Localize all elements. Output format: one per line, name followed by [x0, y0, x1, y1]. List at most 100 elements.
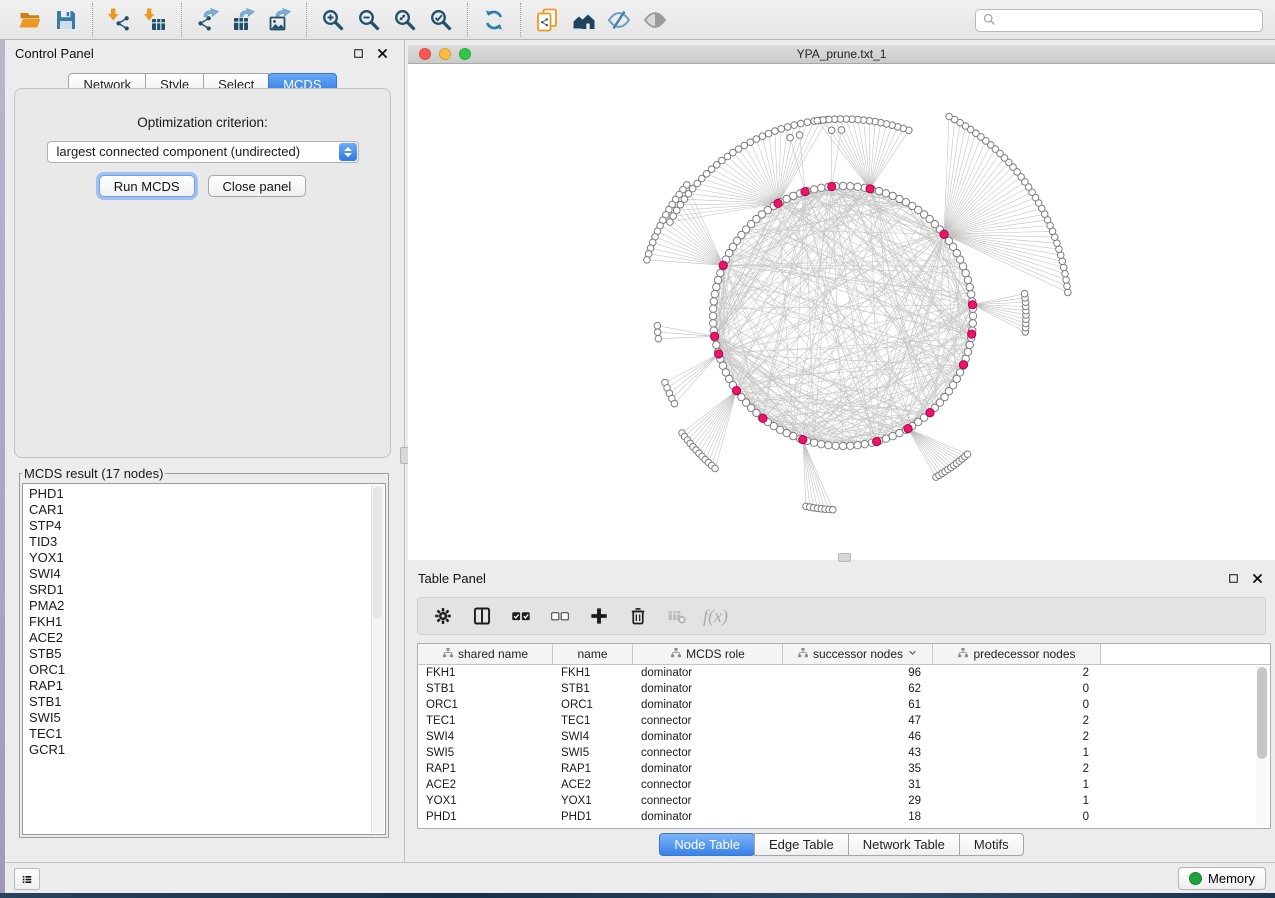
network-graph[interactable] — [408, 64, 1275, 560]
mcds-result-item[interactable]: STP4 — [29, 518, 385, 534]
horizontal-splitter-handle[interactable] — [838, 553, 851, 562]
import-table-icon[interactable] — [137, 3, 173, 37]
table-cell: YOX1 — [418, 795, 553, 807]
node-table: shared namenameMCDS role successor nodes p… — [417, 643, 1271, 829]
network-overview-icon[interactable] — [565, 3, 601, 37]
table-row[interactable]: FKH1FKH1dominator962 — [418, 665, 1270, 681]
tab-node-table[interactable]: Node Table — [659, 833, 755, 856]
table-cell: 61 — [783, 699, 933, 711]
mcds-result-item[interactable]: YOX1 — [29, 550, 385, 566]
export-network-icon[interactable] — [190, 3, 226, 37]
zoom-fit-icon[interactable] — [387, 3, 423, 37]
table-panel-tabs: Node TableEdge TableNetwork TableMotifs — [408, 833, 1275, 856]
table-cell: connector — [633, 779, 783, 791]
delete-columns-icon[interactable] — [621, 601, 654, 631]
control-panel-float-icon[interactable] — [350, 45, 366, 61]
hide-graphics-details-icon[interactable] — [601, 3, 637, 37]
table-cell: 2 — [933, 715, 1101, 727]
search-box[interactable] — [975, 9, 1263, 32]
column-type-icon — [797, 647, 809, 662]
import-network-icon[interactable] — [101, 3, 137, 37]
mcds-result-item[interactable]: SWI5 — [29, 710, 385, 726]
mcds-result-scrollbar[interactable] — [371, 485, 384, 833]
table-row[interactable]: YOX1YOX1connector291 — [418, 793, 1270, 809]
mcds-result-item[interactable]: TID3 — [29, 534, 385, 550]
mcds-result-item[interactable]: FKH1 — [29, 614, 385, 630]
zoom-selected-icon[interactable] — [423, 3, 459, 37]
table-row[interactable]: SWI4SWI4dominator462 — [418, 729, 1270, 745]
mcds-result-item[interactable]: TEC1 — [29, 726, 385, 742]
create-column-icon[interactable] — [582, 601, 615, 631]
table-cell: 46 — [783, 731, 933, 743]
column-header-label: successor nodes — [813, 647, 903, 661]
table-row[interactable]: SWI5SWI5connector431 — [418, 745, 1270, 761]
show-graphics-details-icon[interactable] — [637, 3, 673, 37]
tab-network-table[interactable]: Network Table — [848, 833, 960, 856]
window-close-traffic-light[interactable] — [419, 48, 431, 60]
mcds-result-item[interactable]: STB1 — [29, 694, 385, 710]
function-builder-label: f(x) — [703, 606, 728, 627]
table-row[interactable]: RAP1RAP1dominator352 — [418, 761, 1270, 777]
column-header-MCDS-role[interactable]: MCDS role — [633, 644, 783, 664]
mcds-result-item[interactable]: SWI4 — [29, 566, 385, 582]
column-layout-icon[interactable] — [465, 601, 498, 631]
task-history-button[interactable] — [14, 868, 40, 890]
mcds-result-item[interactable]: ACE2 — [29, 630, 385, 646]
table-settings-icon[interactable] — [426, 601, 459, 631]
column-type-icon — [670, 647, 682, 662]
memory-button[interactable]: Memory — [1178, 867, 1266, 890]
window-minimize-traffic-light[interactable] — [439, 48, 451, 60]
zoom-in-icon[interactable] — [315, 3, 351, 37]
table-cell: 2 — [933, 667, 1101, 679]
column-header-name[interactable]: name — [553, 644, 633, 664]
column-header-successor-nodes[interactable]: successor nodes — [783, 644, 933, 664]
network-view-canvas[interactable] — [408, 64, 1275, 560]
mcds-result-list[interactable]: PHD1CAR1STP4TID3YOX1SWI4SRD1PMA2FKH1ACE2… — [22, 483, 386, 835]
table-row[interactable]: ORC1ORC1dominator610 — [418, 697, 1270, 713]
mcds-result-item[interactable]: GCR1 — [29, 742, 385, 758]
table-cell: 0 — [933, 811, 1101, 823]
tab-motifs[interactable]: Motifs — [959, 833, 1024, 856]
table-toolbar: f(x) — [417, 597, 1266, 635]
table-panel-close-icon[interactable] — [1249, 570, 1265, 586]
export-table-icon[interactable] — [226, 3, 262, 37]
column-header-predecessor-nodes[interactable]: predecessor nodes — [933, 644, 1101, 664]
mcds-result-item[interactable]: STB5 — [29, 646, 385, 662]
mcds-result-item[interactable]: ORC1 — [29, 662, 385, 678]
mcds-result-item[interactable]: PHD1 — [29, 486, 385, 502]
table-cell: FKH1 — [418, 667, 553, 679]
table-row[interactable]: ACE2ACE2connector311 — [418, 777, 1270, 793]
table-cell: RAP1 — [553, 763, 633, 775]
search-input[interactable] — [997, 13, 1256, 29]
refresh-layout-icon[interactable] — [476, 3, 512, 37]
table-row[interactable]: STB1STB1dominator620 — [418, 681, 1270, 697]
control-panel-close-icon[interactable] — [374, 45, 390, 61]
open-file-icon[interactable] — [12, 3, 48, 37]
mcds-result-item[interactable]: CAR1 — [29, 502, 385, 518]
mcds-result-item[interactable]: RAP1 — [29, 678, 385, 694]
export-image-icon[interactable] — [262, 3, 298, 37]
search-icon — [982, 12, 997, 30]
tab-edge-table[interactable]: Edge Table — [754, 833, 849, 856]
table-cell: dominator — [633, 683, 783, 695]
mcds-result-item[interactable]: PMA2 — [29, 598, 385, 614]
clone-network-icon[interactable] — [529, 3, 565, 37]
deselect-all-rows-icon[interactable] — [543, 601, 576, 631]
select-all-rows-icon[interactable] — [504, 601, 537, 631]
table-cell: FKH1 — [553, 667, 633, 679]
table-cell: ACE2 — [553, 779, 633, 791]
close-panel-button[interactable]: Close panel — [208, 175, 307, 197]
table-panel-float-icon[interactable] — [1225, 570, 1241, 586]
run-mcds-button[interactable]: Run MCDS — [99, 175, 195, 197]
mcds-result-item[interactable]: SRD1 — [29, 582, 385, 598]
table-row[interactable]: TEC1TEC1connector472 — [418, 713, 1270, 729]
column-type-icon — [442, 647, 454, 662]
node-table-scrollbar[interactable] — [1256, 666, 1268, 826]
optimization-criterion-select[interactable]: largest connected component (undirected) — [47, 141, 359, 163]
table-row[interactable]: PHD1PHD1dominator180 — [418, 809, 1270, 825]
toolbar-group — [306, 3, 467, 37]
zoom-out-icon[interactable] — [351, 3, 387, 37]
window-zoom-traffic-light[interactable] — [459, 48, 471, 60]
column-header-shared-name[interactable]: shared name — [418, 644, 553, 664]
save-session-icon[interactable] — [48, 3, 84, 37]
